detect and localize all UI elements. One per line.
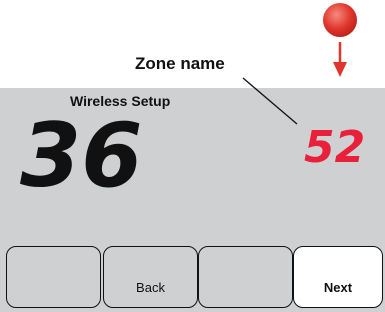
svg-text:52: 52 — [304, 122, 365, 173]
press-indicator-icon — [323, 3, 357, 37]
zone-display-digits: 52 — [304, 122, 365, 173]
next-button[interactable]: Next — [293, 246, 383, 308]
main-display-digits: 36 — [20, 104, 142, 207]
back-button[interactable]: Back — [103, 246, 198, 308]
down-arrow-icon — [333, 42, 347, 77]
soft-button-3[interactable] — [198, 246, 293, 308]
svg-text:36: 36 — [20, 104, 142, 207]
soft-button-1[interactable] — [6, 246, 101, 308]
callout-leader-line — [242, 77, 298, 125]
